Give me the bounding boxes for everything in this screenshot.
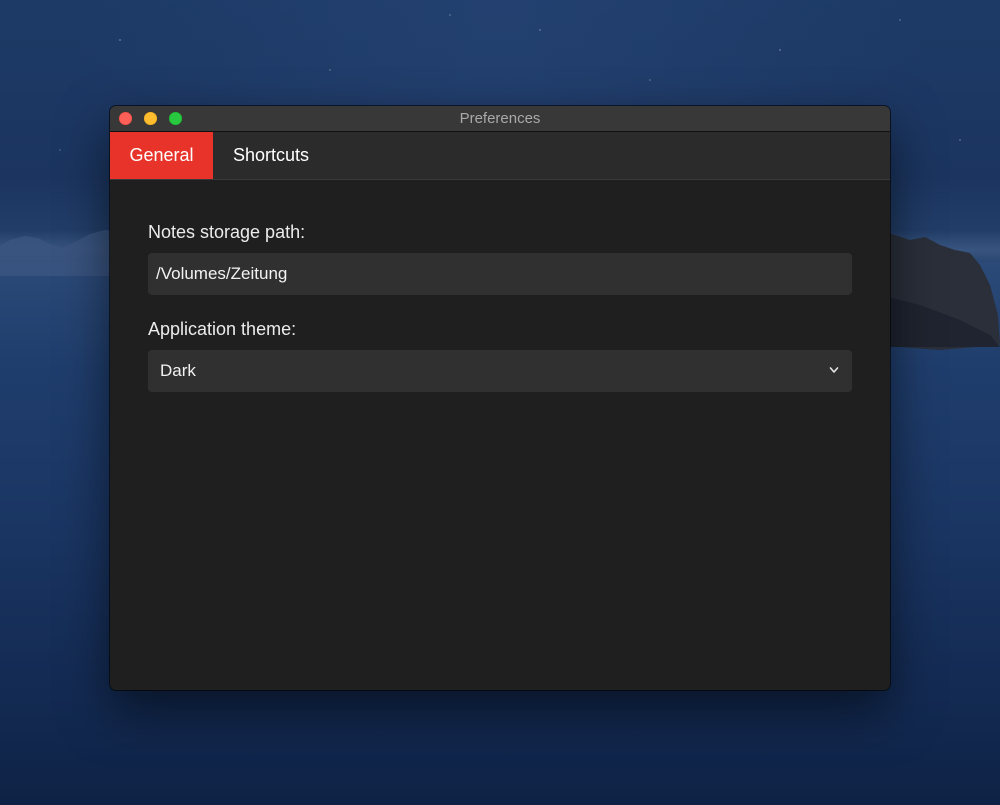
- tab-general[interactable]: General: [110, 132, 213, 179]
- storage-path-input[interactable]: [148, 253, 852, 295]
- tab-shortcuts[interactable]: Shortcuts: [213, 132, 329, 179]
- general-settings-panel: Notes storage path: Application theme: D…: [110, 180, 890, 392]
- island-right: [880, 230, 1000, 350]
- title-bar[interactable]: Preferences: [110, 106, 890, 132]
- tab-shortcuts-label: Shortcuts: [233, 145, 310, 165]
- theme-select-value: Dark: [160, 361, 196, 380]
- window-title: Preferences: [459, 110, 541, 127]
- preferences-window: Preferences General Shortcuts Notes stor…: [110, 106, 890, 690]
- storage-path-label: Notes storage path:: [148, 222, 306, 242]
- tab-general-label: General: [129, 145, 194, 165]
- island-left: [0, 230, 120, 276]
- theme-select[interactable]: Dark: [148, 350, 852, 392]
- theme-label: Application theme:: [148, 319, 297, 339]
- chevron-down-icon: [829, 367, 839, 373]
- tab-bar: General Shortcuts: [110, 132, 890, 180]
